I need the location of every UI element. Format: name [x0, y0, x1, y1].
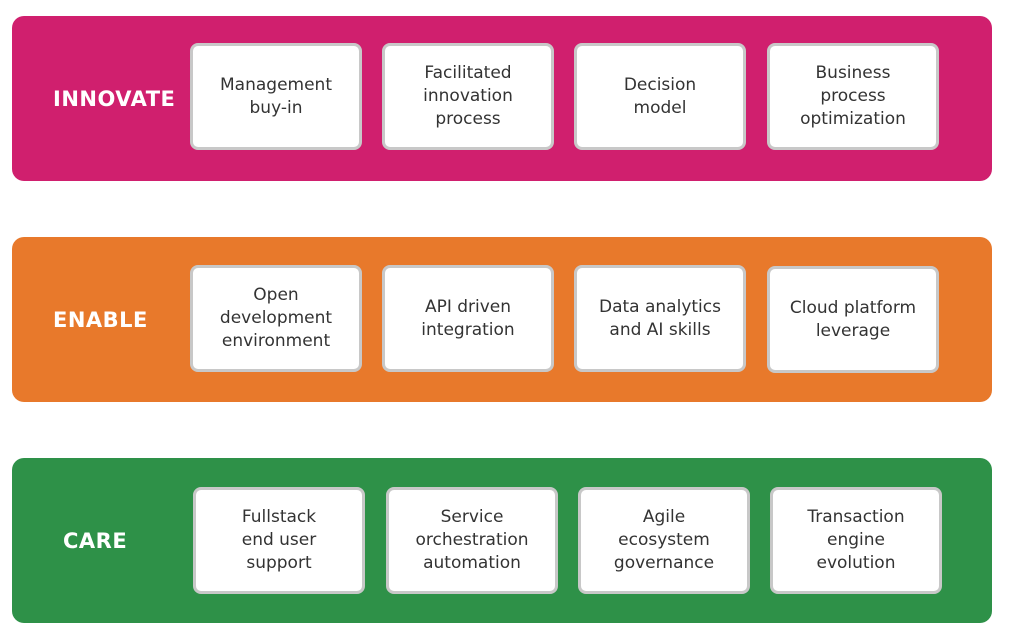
- capability-box: Facilitated innovation process: [382, 43, 554, 150]
- capability-box: Decision model: [574, 43, 746, 150]
- capability-box: Transaction engine evolution: [770, 487, 942, 594]
- capability-box: Open development environment: [190, 265, 362, 372]
- capability-box: Cloud platform leverage: [767, 266, 939, 373]
- capability-box: Business process optimization: [767, 43, 939, 150]
- care-band: CARE Fullstack end user support Service …: [12, 458, 992, 623]
- capability-box: API driven integration: [382, 265, 554, 372]
- capability-box: Management buy-in: [190, 43, 362, 150]
- capability-box: Fullstack end user support: [193, 487, 365, 594]
- capability-box: Service orchestration automation: [386, 487, 558, 594]
- band-label: CARE: [63, 528, 128, 553]
- enable-band: ENABLE Open development environment API …: [12, 237, 992, 402]
- capability-box: Agile ecosystem governance: [578, 487, 750, 594]
- band-label: INNOVATE: [53, 86, 176, 111]
- innovate-band: INNOVATE Management buy-in Facilitated i…: [12, 16, 992, 181]
- capability-box: Data analytics and AI skills: [574, 265, 746, 372]
- band-label: ENABLE: [53, 307, 148, 332]
